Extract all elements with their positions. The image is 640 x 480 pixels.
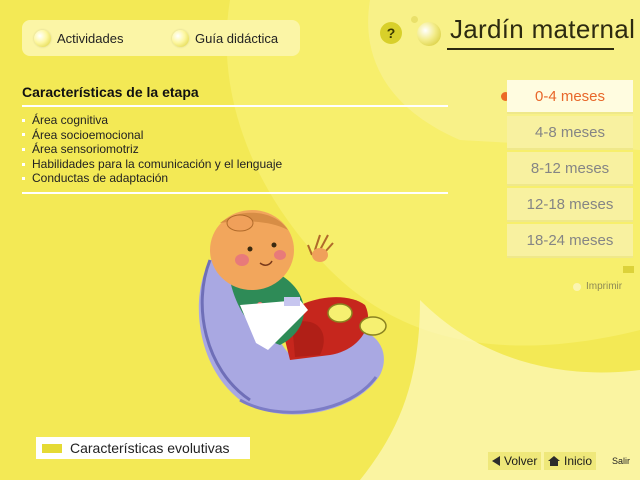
divider-bottom <box>22 191 448 194</box>
bulb-icon <box>34 29 51 47</box>
arrow-left-icon <box>492 456 500 466</box>
topic-label: Área sensoriomotriz <box>32 142 139 157</box>
topic-label: Área cognitiva <box>32 113 109 127</box>
top-navigation: Actividades Guía didáctica <box>22 20 300 56</box>
age-tab-0-4[interactable]: 0-4 meses <box>507 80 633 114</box>
topic-label: Habilidades para la comunicación y el le… <box>32 156 283 171</box>
activities-label: Actividades <box>57 30 124 46</box>
guide-button[interactable]: Guía didáctica <box>172 20 278 56</box>
bullet-icon <box>22 177 25 181</box>
title-orb-small-icon <box>411 16 418 23</box>
title-orb-icon <box>417 22 441 46</box>
print-bulb-icon <box>573 282 581 291</box>
bulb-icon <box>172 29 189 47</box>
section-footer-label: Características evolutivas <box>36 437 250 459</box>
panel-marker <box>623 266 634 273</box>
home-icon <box>548 456 560 466</box>
print-label: Imprimir <box>586 281 623 292</box>
topic-link-socioemotional[interactable]: Área socioemocional <box>22 128 448 143</box>
app-title: Jardín maternal <box>450 14 636 44</box>
bullet-icon <box>22 147 25 151</box>
activities-button[interactable]: Actividades <box>34 20 123 56</box>
bullet-icon <box>22 133 25 137</box>
age-tab-4-8[interactable]: 4-8 meses <box>507 116 633 150</box>
section-title: Características de la etapa <box>22 84 199 100</box>
footer-section-text: Características evolutivas <box>70 440 230 456</box>
topics-list: Área cognitiva Área socioemocional Área … <box>22 113 448 186</box>
topic-link-adaptation[interactable]: Conductas de adaptación <box>22 171 448 186</box>
print-button[interactable]: Imprimir <box>573 281 622 292</box>
bullet-icon <box>22 162 25 166</box>
baby-illustration <box>198 210 387 415</box>
exit-button[interactable]: Salir <box>612 456 630 466</box>
age-tabs: 0-4 meses 4-8 meses 8-12 meses 12-18 mes… <box>493 80 633 258</box>
topic-link-sensorimotor[interactable]: Área sensoriomotriz <box>22 142 448 157</box>
topic-link-cognitive[interactable]: Área cognitiva <box>22 113 448 128</box>
topic-label: Conductas de adaptación <box>32 171 169 186</box>
guide-label: Guía didáctica <box>195 30 279 46</box>
help-button[interactable]: ? <box>380 22 402 44</box>
age-tab-12-18[interactable]: 12-18 meses <box>507 188 633 222</box>
topic-link-communication[interactable]: Habilidades para la comunicación y el le… <box>22 157 448 172</box>
back-button[interactable]: Volver <box>488 452 542 470</box>
stage-content: Características de la etapa Área cogniti… <box>22 84 448 194</box>
back-label: Volver <box>504 454 538 468</box>
title-underline <box>447 48 614 50</box>
divider-top <box>22 105 448 107</box>
help-icon: ? <box>386 25 396 41</box>
age-tab-18-24[interactable]: 18-24 meses <box>507 224 633 258</box>
home-button[interactable]: Inicio <box>544 452 597 470</box>
home-label: Inicio <box>564 454 593 468</box>
bullet-icon <box>22 118 25 122</box>
label-swatch <box>42 443 62 453</box>
age-tab-8-12[interactable]: 8-12 meses <box>507 152 633 186</box>
topic-label: Área socioemocional <box>32 127 144 142</box>
